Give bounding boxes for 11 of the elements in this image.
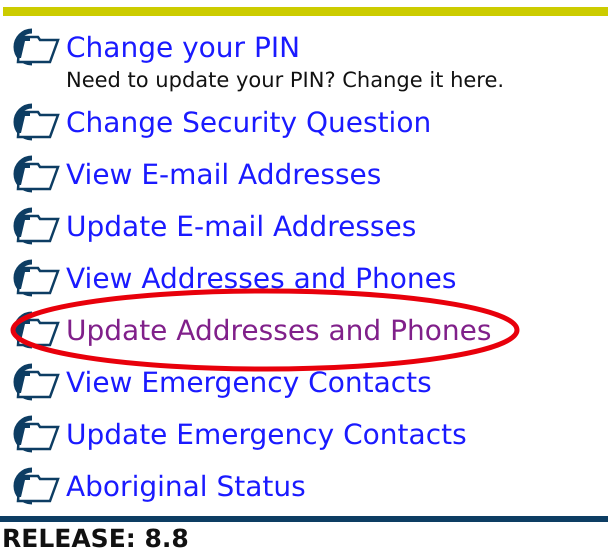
menu-link[interactable]: Update Emergency Contacts: [66, 418, 467, 450]
menu-link[interactable]: View E-mail Addresses: [66, 158, 382, 190]
menu-link[interactable]: Update E-mail Addresses: [66, 210, 416, 242]
menu-link[interactable]: Aboriginal Status: [66, 470, 306, 502]
release-label: RELEASE: 8.8: [1, 523, 190, 551]
menu-link[interactable]: Change Security Question: [66, 106, 432, 138]
menu-link[interactable]: View Emergency Contacts: [66, 366, 432, 398]
link-description: Need to update your PIN? Change it here.: [65, 69, 506, 91]
menu-link[interactable]: Change your PIN: [66, 30, 300, 64]
menu-link[interactable]: Update Addresses and Phones: [66, 314, 492, 346]
menu-link[interactable]: View Addresses and Phones: [66, 262, 456, 294]
